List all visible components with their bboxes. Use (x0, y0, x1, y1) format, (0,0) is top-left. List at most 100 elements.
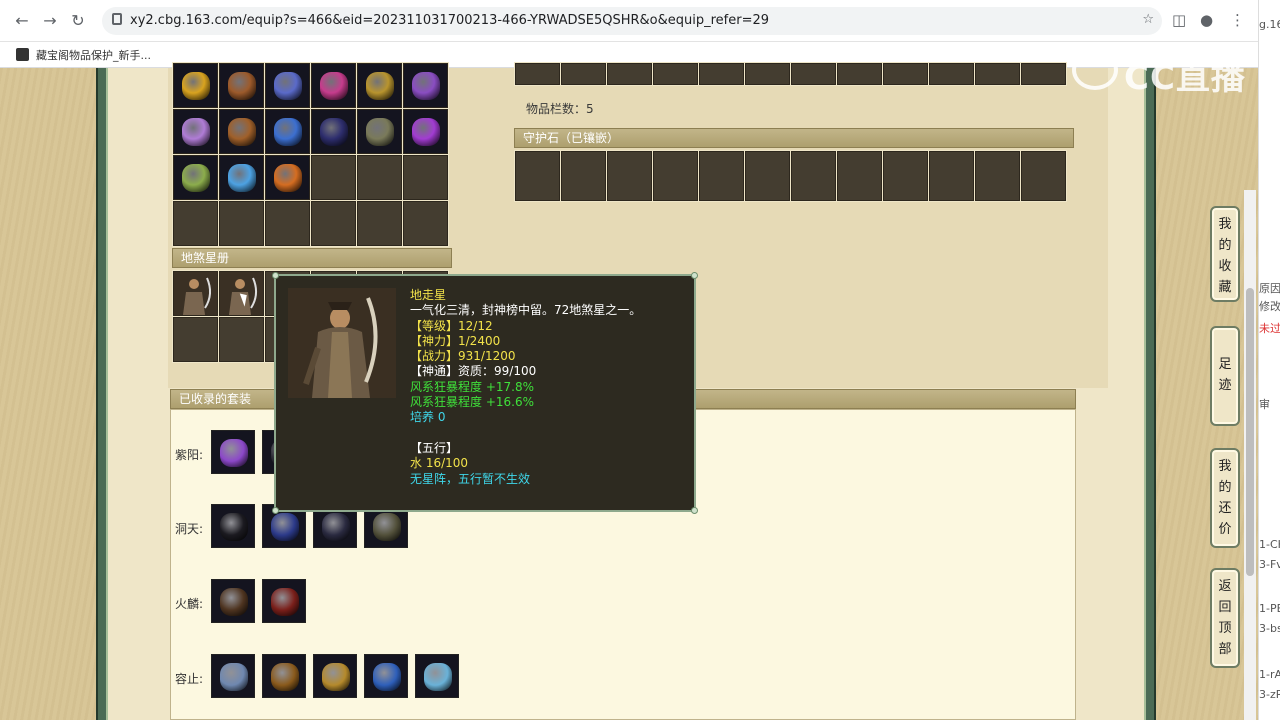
inventory-slot[interactable] (219, 63, 264, 108)
back-to-top-tab-char: 顶 (1218, 621, 1232, 636)
inventory-slot[interactable] (357, 155, 402, 200)
guard-stone-header: 守护石（已镶嵌） (514, 128, 1074, 148)
inventory-slot[interactable] (173, 63, 218, 108)
bag-slot[interactable] (515, 63, 560, 85)
inventory-slot[interactable] (265, 201, 310, 246)
tooltip-wind-1: 风系狂暴程度 +17.8% (410, 379, 534, 394)
reload-icon[interactable]: ↻ (68, 11, 88, 31)
set-label: 洞天: (175, 522, 204, 536)
back-to-top-tab-char: 回 (1218, 600, 1232, 615)
inventory-slot[interactable] (311, 109, 356, 154)
guard-stone-slot[interactable] (837, 151, 882, 201)
tooltip-corner (691, 507, 698, 514)
menu-icon[interactable]: ⋮ (1230, 11, 1245, 29)
inventory-slot[interactable] (219, 201, 264, 246)
bag-slot[interactable] (607, 63, 652, 85)
inventory-slot[interactable] (403, 63, 448, 108)
set-item-slot[interactable] (211, 654, 255, 698)
inventory-slot[interactable] (219, 155, 264, 200)
white-tablet-icon (322, 513, 350, 541)
favorites-tab-char: 收 (1218, 259, 1232, 274)
set-item-slot[interactable] (211, 579, 255, 623)
set-item-slot[interactable] (211, 430, 255, 474)
inventory-slot[interactable] (173, 201, 218, 246)
set-item-slot[interactable] (415, 654, 459, 698)
favorites-tab[interactable]: 我的收藏 (1210, 206, 1240, 302)
profile-icon[interactable]: ● (1200, 11, 1213, 29)
back-to-top-tab[interactable]: 返回顶部 (1210, 568, 1240, 668)
set-item-slot[interactable] (262, 654, 306, 698)
bookmark-item[interactable]: 藏宝阁物品保护_新手... (36, 47, 151, 63)
set-item-slot[interactable] (364, 654, 408, 698)
strip-text: 1-PE (1259, 602, 1280, 615)
guard-stone-slot[interactable] (607, 151, 652, 201)
disha-slot[interactable] (219, 317, 264, 362)
inventory-slot[interactable] (265, 63, 310, 108)
guard-stone-slot[interactable] (745, 151, 790, 201)
guard-stone-slot[interactable] (1021, 151, 1066, 201)
inventory-slot[interactable] (403, 201, 448, 246)
inventory-slot[interactable] (173, 155, 218, 200)
page-scrollbar[interactable] (1244, 190, 1256, 720)
inventory-slot[interactable] (403, 155, 448, 200)
blue-mask-icon (424, 663, 452, 691)
bag-slot[interactable] (745, 63, 790, 85)
back-arrow-icon[interactable]: ← (12, 11, 32, 31)
bookmark-favicon-icon (16, 48, 29, 61)
bag-slot[interactable] (561, 63, 606, 85)
guard-stone-slot[interactable] (883, 151, 928, 201)
guard-stone-slot[interactable] (975, 151, 1020, 201)
bag-slot[interactable] (883, 63, 928, 85)
my-bargains-tab[interactable]: 我的还价 (1210, 448, 1240, 548)
tooltip-wind-2: 风系狂暴程度 +16.6% (410, 395, 534, 410)
inventory-slot[interactable] (311, 155, 356, 200)
bag-slot[interactable] (837, 63, 882, 85)
inventory-slot[interactable] (357, 109, 402, 154)
bag-slot[interactable] (653, 63, 698, 85)
scroll-thumb[interactable] (1246, 288, 1254, 576)
forward-arrow-icon[interactable]: → (40, 11, 60, 31)
address-bar[interactable]: xy2.cbg.163.com/equip?s=466&eid=20231103… (102, 7, 1162, 35)
my-bargains-tab-char: 我 (1218, 459, 1232, 474)
guard-stone-slot[interactable] (515, 151, 560, 201)
dark-orb-icon (320, 118, 348, 146)
inventory-count: 物品栏数：5 (526, 102, 594, 116)
footprints-tab-label: 足迹 (1212, 354, 1238, 396)
guard-stone-slot[interactable] (929, 151, 974, 201)
url-text[interactable]: xy2.cbg.163.com/equip?s=466&eid=20231103… (130, 13, 769, 28)
inventory-slot[interactable] (403, 109, 448, 154)
inventory-slot[interactable] (173, 109, 218, 154)
card-tooltip: 地走星 一气化三清，封神榜中留。72地煞星之一。 【等级】12/12 【神力】1… (272, 272, 698, 514)
inventory-slot[interactable] (311, 201, 356, 246)
set-item-slot[interactable] (313, 654, 357, 698)
inventory-slot[interactable] (219, 109, 264, 154)
inventory-slot[interactable] (357, 201, 402, 246)
bag-slot[interactable] (929, 63, 974, 85)
disha-slot[interactable] (173, 271, 218, 316)
bag-slot[interactable] (975, 63, 1020, 85)
strip-text: 1-rA (1259, 668, 1280, 681)
purse-icon (228, 72, 256, 100)
inventory-slot[interactable] (265, 155, 310, 200)
footprints-tab-char: 迹 (1218, 378, 1232, 393)
guard-stone-slot[interactable] (699, 151, 744, 201)
bookmark-star-icon[interactable]: ☆ (1142, 12, 1154, 27)
sidebar-icon[interactable]: ◫ (1172, 11, 1186, 29)
bag-slot[interactable] (1021, 63, 1066, 85)
inventory-slot[interactable] (357, 63, 402, 108)
fire-ring-icon (220, 588, 248, 616)
tooltip-title: 地走星 (410, 288, 447, 302)
bag-slot[interactable] (791, 63, 836, 85)
inventory-slot[interactable] (265, 109, 310, 154)
my-bargains-tab-label: 我的还价 (1212, 456, 1238, 540)
footprints-tab[interactable]: 足迹 (1210, 326, 1240, 426)
bag-slot[interactable] (699, 63, 744, 85)
set-item-slot[interactable] (262, 579, 306, 623)
set-item-slot[interactable] (211, 504, 255, 548)
guard-stone-slot[interactable] (561, 151, 606, 201)
guard-stone-slot[interactable] (653, 151, 698, 201)
inventory-slot[interactable] (311, 63, 356, 108)
strip-text: 未过 (1259, 322, 1280, 335)
guard-stone-slot[interactable] (791, 151, 836, 201)
disha-slot[interactable] (173, 317, 218, 362)
